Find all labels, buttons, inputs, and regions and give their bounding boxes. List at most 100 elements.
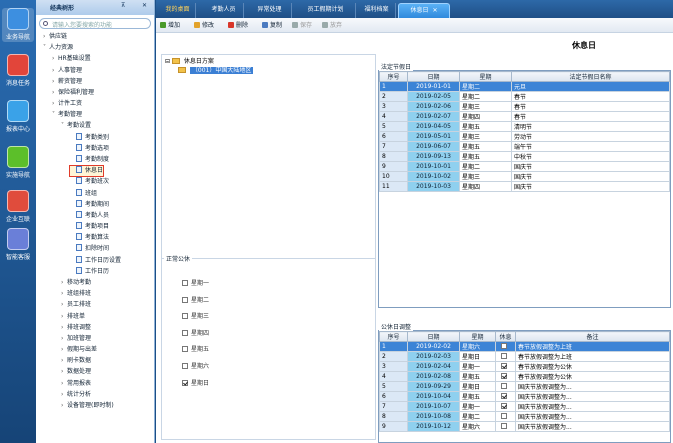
nav-item[interactable]: › 加班管理 xyxy=(61,334,91,344)
nav-item[interactable]: ˅ 人力资源 xyxy=(43,43,73,53)
table-row[interactable]: 7 2019-10-07 星期一 国庆节放假调整为... xyxy=(379,401,670,412)
rest-cell[interactable] xyxy=(495,411,516,422)
date-cell[interactable]: 2019-02-04 xyxy=(407,361,460,372)
table-row[interactable]: 4 2019-02-07 星期四 春节 xyxy=(379,111,670,122)
pin-icon[interactable]: ⊼ xyxy=(121,2,125,9)
nav-item[interactable]: 工作日历 xyxy=(70,266,109,277)
note-cell[interactable]: 春节放假调整为公休 xyxy=(515,361,670,372)
table-row[interactable]: 9 2019-10-12 星期六 国庆节放假调整为... xyxy=(379,421,670,432)
nav-item[interactable]: › HR基础设置 xyxy=(52,54,91,64)
nav-item[interactable]: 休息日 xyxy=(68,165,105,178)
tab-2[interactable]: 异常处理 xyxy=(248,3,292,18)
date-cell[interactable]: 2019-10-03 xyxy=(407,181,460,192)
date-cell[interactable]: 2019-02-03 xyxy=(407,351,460,362)
nav-item[interactable]: › 刷卡数据 xyxy=(61,356,91,366)
nav-item[interactable]: › 员工排班 xyxy=(61,300,91,310)
date-cell[interactable]: 2019-10-08 xyxy=(407,411,460,422)
nav-item[interactable]: 考勤制度 xyxy=(70,154,109,165)
table-row[interactable]: 4 2019-02-08 星期五 春节放假调整为公休 xyxy=(379,371,670,382)
tab-3[interactable]: 员工假期计划 xyxy=(296,3,356,18)
holiday-name-cell[interactable]: 春节 xyxy=(511,111,670,122)
weekday-option[interactable]: 星期六 xyxy=(182,362,209,372)
note-cell[interactable]: 国庆节放假调整为... xyxy=(515,381,670,392)
table-row[interactable]: 3 2019-02-04 星期一 春节放假调整为公休 xyxy=(379,361,670,372)
close-icon[interactable]: ✕ xyxy=(142,2,147,9)
holiday-name-cell[interactable]: 春节 xyxy=(511,101,670,112)
date-cell[interactable]: 2019-09-13 xyxy=(407,151,460,162)
nav-item[interactable]: ˅ 考勤设置 xyxy=(61,121,91,131)
nav-item[interactable]: › 班组排班 xyxy=(61,289,91,299)
rest-cell[interactable] xyxy=(495,341,516,352)
table-row[interactable]: 2 2019-02-03 星期日 春节放假调整为上班 xyxy=(379,351,670,362)
nav-item[interactable]: › 常用报表 xyxy=(61,379,91,389)
nav-item[interactable]: › 排班单 xyxy=(61,312,85,322)
date-cell[interactable]: 2019-10-04 xyxy=(407,391,460,402)
checkbox[interactable] xyxy=(182,346,188,353)
app-bar-item[interactable]: 业务导航 xyxy=(2,8,34,42)
note-cell[interactable]: 春节放假调整为公休 xyxy=(515,371,670,382)
nav-item[interactable]: › 供应链 xyxy=(43,32,67,42)
nav-item[interactable]: › 计件工资 xyxy=(52,99,82,109)
column-header[interactable]: 序号 xyxy=(379,71,408,82)
note-cell[interactable]: 国庆节放假调整为... xyxy=(515,401,670,412)
checkbox[interactable] xyxy=(182,329,188,336)
holiday-name-cell[interactable]: 国庆节 xyxy=(511,161,670,172)
column-header[interactable]: 日期 xyxy=(407,71,460,82)
date-cell[interactable]: 2019-02-08 xyxy=(407,371,460,382)
holiday-name-cell[interactable]: 国庆节 xyxy=(511,181,670,192)
date-cell[interactable]: 2019-01-01 xyxy=(407,81,460,92)
tab-5[interactable]: 休息日 ✕ xyxy=(398,3,450,18)
table-row[interactable]: 1 2019-01-01 星期二 元旦 xyxy=(379,81,670,92)
tab-1[interactable]: 考勤人员 xyxy=(204,3,244,18)
rest-checkbox[interactable] xyxy=(501,373,507,379)
nav-item[interactable]: 考勤期间 xyxy=(70,199,109,210)
date-cell[interactable]: 2019-05-01 xyxy=(407,131,460,142)
table-row[interactable]: 5 2019-04-05 星期五 清明节 xyxy=(379,121,670,132)
toolbar-button[interactable]: 增加 xyxy=(160,21,180,31)
table-row[interactable]: 6 2019-10-04 星期五 国庆节放假调整为... xyxy=(379,391,670,402)
column-header[interactable]: 星期 xyxy=(459,71,512,82)
column-header[interactable]: 序号 xyxy=(379,331,408,342)
rest-checkbox[interactable] xyxy=(501,393,507,399)
rest-checkbox[interactable] xyxy=(501,343,507,349)
weekday-option[interactable]: 星期二 xyxy=(182,296,209,306)
rest-checkbox[interactable] xyxy=(501,383,507,389)
holiday-name-cell[interactable]: 国庆节 xyxy=(511,171,670,182)
date-cell[interactable]: 2019-06-07 xyxy=(407,141,460,152)
search-input[interactable]: 请输入您要搜索的功能 xyxy=(39,18,151,29)
rest-checkbox[interactable] xyxy=(501,353,507,359)
table-row[interactable]: 10 2019-10-02 星期三 国庆节 xyxy=(379,171,670,182)
table-row[interactable]: 8 2019-09-13 星期五 中秋节 xyxy=(379,151,670,162)
tab-4[interactable]: 福利档案 xyxy=(358,3,396,18)
weekday-option[interactable]: 星期五 xyxy=(182,345,209,355)
table-row[interactable]: 9 2019-10-01 星期二 国庆节 xyxy=(379,161,670,172)
rest-cell[interactable] xyxy=(495,381,516,392)
nav-item[interactable]: 考勤类别 xyxy=(70,132,109,143)
holiday-name-cell[interactable]: 清明节 xyxy=(511,121,670,132)
rest-cell[interactable] xyxy=(495,371,516,382)
holiday-name-cell[interactable]: 元旦 xyxy=(511,81,670,92)
table-row[interactable]: 7 2019-06-07 星期五 端午节 xyxy=(379,141,670,152)
nav-item[interactable]: › 移动考勤 xyxy=(61,278,91,288)
date-cell[interactable]: 2019-09-29 xyxy=(407,381,460,392)
date-cell[interactable]: 2019-10-02 xyxy=(407,171,460,182)
weekday-option[interactable]: 星期一 xyxy=(182,279,209,289)
app-bar-item[interactable]: 报表中心 xyxy=(2,100,34,134)
weekday-option[interactable]: 星期三 xyxy=(182,312,209,322)
holiday-name-cell[interactable]: 中秋节 xyxy=(511,151,670,162)
checkbox[interactable] xyxy=(182,379,188,386)
rest-checkbox[interactable] xyxy=(501,413,507,419)
nav-item[interactable]: 考勤算法 xyxy=(70,233,109,243)
toolbar-button[interactable]: 放弃 xyxy=(322,21,342,31)
nav-item[interactable]: › 假期与出差 xyxy=(61,345,97,355)
table-row[interactable]: 3 2019-02-06 星期三 春节 xyxy=(379,101,670,112)
table-row[interactable]: 8 2019-10-08 星期二 国庆节放假调整为... xyxy=(379,411,670,422)
checkbox[interactable] xyxy=(182,313,188,320)
date-cell[interactable]: 2019-02-05 xyxy=(407,91,460,102)
column-header[interactable]: 休息 xyxy=(495,331,516,342)
date-cell[interactable]: 2019-10-12 xyxy=(407,421,460,432)
table-row[interactable]: 2 2019-02-05 星期二 春节 xyxy=(379,91,670,102)
rest-cell[interactable] xyxy=(495,421,516,432)
nav-item[interactable]: ˅ 考勤管理 xyxy=(52,110,82,120)
app-bar-item[interactable]: 企业互联 xyxy=(2,190,34,224)
